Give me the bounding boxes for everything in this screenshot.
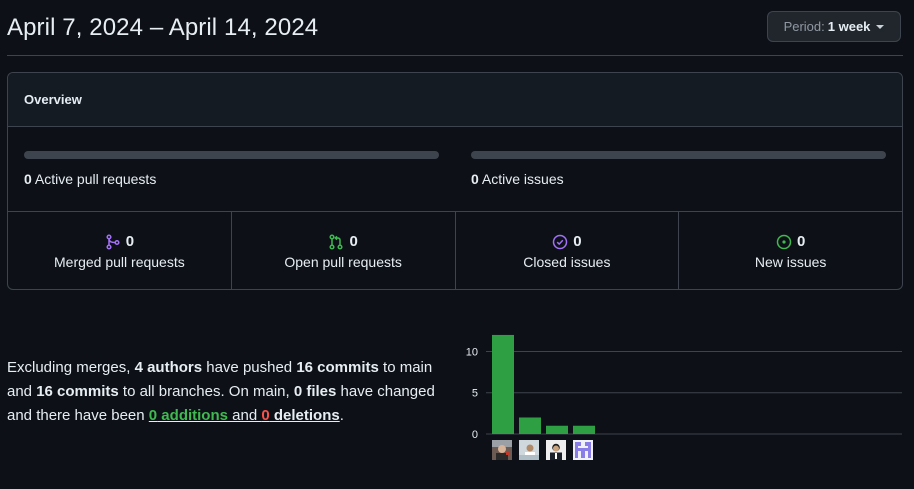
- files-changed: 0 files: [293, 383, 337, 400]
- commits-main: 16 commits: [296, 359, 379, 376]
- header-divider: [7, 55, 903, 56]
- active-issues-summary[interactable]: 0 Active issues: [471, 171, 564, 187]
- y-tick-label: 10: [466, 346, 478, 358]
- stat-closed-issues[interactable]: 0 Closed issues: [456, 212, 680, 289]
- deletions-word: deletions: [269, 407, 340, 424]
- and-text: and: [227, 407, 262, 424]
- summary-text: to all branches. On main,: [118, 383, 294, 400]
- active-prs-count: 0: [24, 171, 32, 187]
- author-avatar-2[interactable]: [519, 440, 539, 460]
- author-avatar-4[interactable]: [573, 440, 593, 460]
- caret-down-icon: [876, 25, 885, 29]
- new-issues-count: 0: [796, 233, 806, 250]
- period-label: Period:: [783, 19, 825, 34]
- author-avatar-1[interactable]: [492, 440, 512, 460]
- commit-bar[interactable]: [546, 425, 568, 434]
- open-prs-count: 0: [349, 233, 358, 250]
- summary-text: have pushed: [202, 359, 297, 376]
- git-merge-icon: [106, 233, 120, 250]
- closed-issues-label: Closed issues: [523, 254, 611, 270]
- merged-prs-count: 0: [125, 233, 135, 250]
- new-issues-label: New issues: [754, 254, 827, 270]
- page-title: April 7, 2024 – April 14, 2024: [7, 14, 319, 41]
- stat-new-issues[interactable]: 0 New issues: [679, 212, 902, 289]
- commit-bar[interactable]: [492, 334, 514, 434]
- open-prs-label: Open pull requests: [284, 254, 402, 270]
- y-tick-label: 0: [472, 429, 478, 438]
- overview-heading: Overview: [8, 73, 902, 127]
- commit-bar[interactable]: [519, 417, 541, 434]
- summary-text: Excluding merges,: [7, 359, 135, 376]
- overview-stats-row: 0 Merged pull requests 0 Open pull reque…: [8, 211, 902, 289]
- stat-merged-prs[interactable]: 0 Merged pull requests: [8, 212, 232, 289]
- issue-opened-icon: [776, 234, 792, 249]
- commits-by-author-chart: 0 5 10: [460, 328, 910, 443]
- deletions-count: 0: [261, 407, 270, 424]
- active-prs-label: Active pull requests: [34, 171, 157, 187]
- active-prs-summary[interactable]: 0 Active pull requests: [24, 171, 156, 187]
- commits-all: 16 commits: [36, 383, 119, 400]
- active-issues-count: 0: [471, 171, 479, 187]
- merged-prs-label: Merged pull requests: [54, 254, 185, 270]
- active-issues-label: Active issues: [481, 171, 564, 187]
- additions-count: 0: [148, 407, 158, 424]
- stat-open-prs[interactable]: 0 Open pull requests: [232, 212, 456, 289]
- y-tick-label: 5: [472, 388, 478, 400]
- period-value: 1 week: [827, 19, 871, 34]
- authors-count[interactable]: 4 authors: [135, 359, 203, 376]
- additions-word: additions: [157, 407, 228, 424]
- issue-closed-icon: [552, 234, 568, 249]
- active-issues-bar: [471, 151, 886, 159]
- closed-issues-count: 0: [573, 233, 582, 250]
- commit-bar[interactable]: [573, 425, 595, 434]
- additions-deletions-link[interactable]: 0 additions and 0 deletions: [149, 407, 340, 424]
- period-dropdown-button[interactable]: Period: 1 week: [767, 11, 901, 42]
- author-avatar-3[interactable]: [546, 440, 566, 460]
- overview-panel: Overview 0 Active pull requests 0 Active…: [7, 72, 903, 290]
- summary-text: .: [339, 407, 344, 424]
- git-pull-request-icon: [329, 233, 344, 250]
- commits-chart-svg: 0 5 10: [466, 334, 902, 441]
- commit-summary: Excluding merges, 4 authors have pushed …: [7, 356, 457, 428]
- active-prs-bar: [24, 151, 439, 159]
